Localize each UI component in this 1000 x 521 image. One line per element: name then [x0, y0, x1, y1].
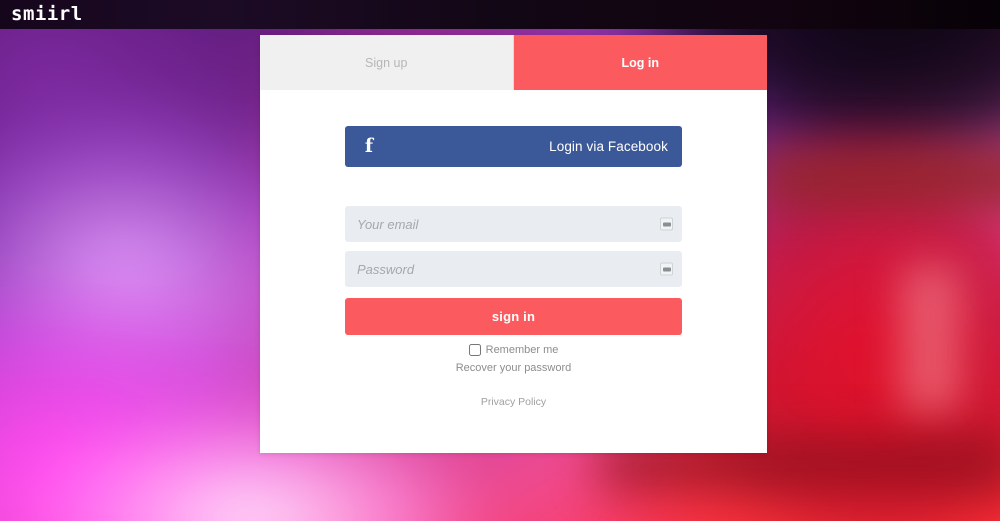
password-field-wrapper: [345, 251, 682, 287]
email-input[interactable]: [345, 206, 682, 242]
top-header-bar: smiirl: [0, 0, 1000, 29]
password-input[interactable]: [345, 251, 682, 287]
auth-card-body: f Login via Facebook sign in Remember me…: [260, 126, 767, 408]
tab-login-label: Log in: [621, 55, 660, 70]
login-via-facebook-button[interactable]: f Login via Facebook: [345, 126, 682, 167]
auth-tabs: Sign up Log in: [260, 35, 767, 90]
autofill-icon[interactable]: [660, 262, 673, 276]
facebook-f-icon: f: [364, 135, 374, 157]
tab-signup[interactable]: Sign up: [260, 35, 514, 90]
tab-login[interactable]: Log in: [513, 35, 767, 90]
brand-logo[interactable]: smiirl: [11, 3, 83, 26]
tab-signup-label: Sign up: [365, 55, 408, 70]
background-counter-digit: [900, 265, 962, 415]
facebook-button-label: Login via Facebook: [549, 139, 668, 154]
email-field-wrapper: [345, 206, 682, 242]
remember-me-checkbox[interactable]: [468, 344, 481, 356]
privacy-policy-link[interactable]: Privacy Policy: [345, 396, 682, 408]
remember-me-row: Remember me: [345, 344, 682, 356]
auth-card: Sign up Log in f Login via Facebook sign…: [260, 35, 767, 453]
remember-me-label[interactable]: Remember me: [486, 344, 559, 356]
sign-in-button[interactable]: sign in: [345, 298, 682, 335]
autofill-icon[interactable]: [660, 217, 673, 231]
background-counter-frame: [760, 150, 1000, 208]
recover-password-link[interactable]: Recover your password: [345, 362, 682, 374]
